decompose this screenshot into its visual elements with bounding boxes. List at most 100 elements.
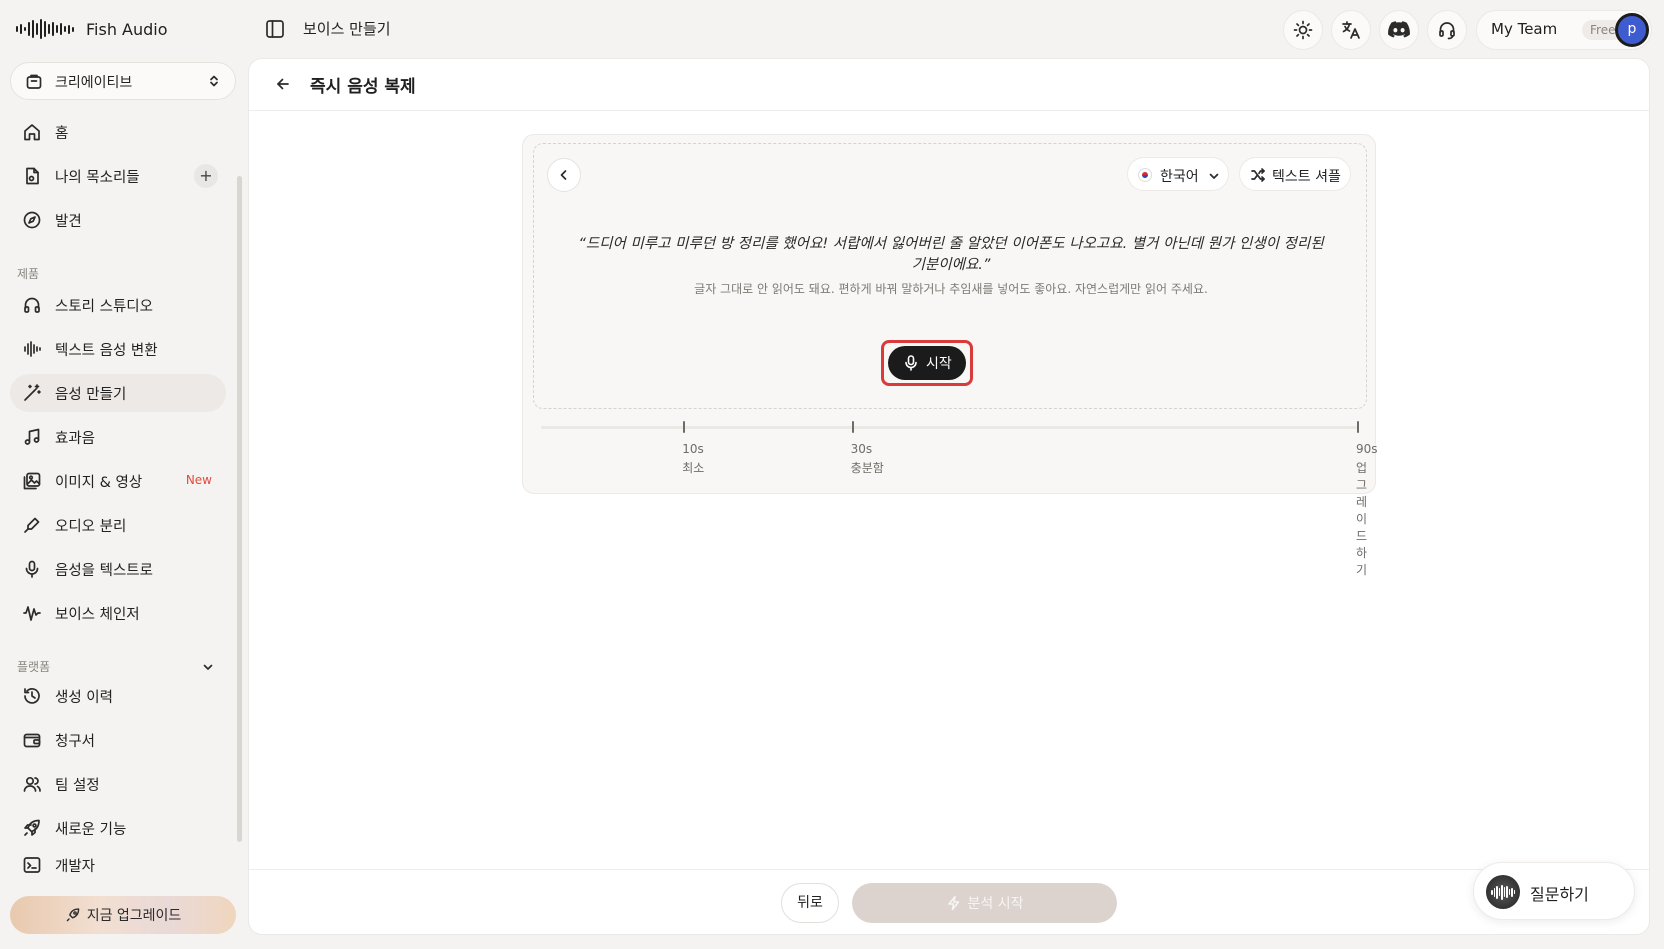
wallet-icon — [22, 730, 42, 750]
workspace-label: 크리에이티브 — [55, 75, 133, 91]
sidebar-item-story-studio[interactable]: 스토리 스튜디오 — [10, 286, 226, 324]
mic-icon — [904, 355, 918, 371]
sidebar-item-label: 개발자 — [55, 859, 96, 875]
fish-audio-logo-icon — [16, 18, 74, 40]
prompt-text: “드디어 미루고 미루던 방 정리를 했어요! 서랍에서 잃어버린 줄 알았던 … — [578, 236, 1324, 273]
language-select[interactable]: 한국어 — [1127, 157, 1229, 191]
top-bar: Fish Audio 보이스 만들기 My Team Free p — [0, 0, 1664, 58]
workspace-icon — [25, 72, 43, 90]
start-analysis-button[interactable]: 분석 시작 — [852, 883, 1117, 923]
footer-bar: 뒤로 분석 시작 — [249, 869, 1649, 934]
workspace-select[interactable]: 크리에이티브 — [10, 62, 236, 100]
sidebar-item-discover[interactable]: 발견 — [10, 201, 226, 239]
prompt-box: 한국어 텍스트 셔플 “드디어 미루고 미루던 방 정리를 했어요! 서랍에서 … — [533, 143, 1367, 409]
team-name: My Team — [1491, 20, 1558, 38]
history-icon — [22, 686, 42, 706]
sidebar-item-whats-new[interactable]: 새로운 기능 — [10, 809, 226, 847]
users-icon — [22, 774, 42, 794]
team-menu[interactable]: My Team Free p — [1476, 10, 1652, 50]
milestone-time: 10s — [682, 442, 704, 456]
milestone-tick — [851, 421, 854, 433]
sidebar-item-label: 텍스트 음성 변환 — [55, 343, 158, 359]
sidebar-item-label: 오디오 분리 — [55, 519, 127, 535]
shuffle-text-button[interactable]: 텍스트 셔플 — [1239, 157, 1351, 191]
milestone-tick — [1357, 421, 1359, 433]
chevron-up-down-icon — [207, 74, 221, 88]
lightning-icon — [946, 895, 962, 911]
sidebar-scrollbar[interactable] — [237, 176, 242, 842]
app-logo[interactable]: Fish Audio — [16, 18, 168, 40]
chevron-left-icon — [557, 168, 571, 182]
discord-button[interactable] — [1379, 10, 1419, 50]
milestone-tick — [683, 421, 686, 433]
milestone-time: 90s — [1356, 442, 1378, 456]
ask-label: 질문하기 — [1530, 885, 1589, 904]
sidebar-item-label: 청구서 — [55, 734, 96, 750]
compass-icon — [22, 210, 42, 230]
sidebar-item-speech-to-text[interactable]: 음성을 텍스트로 — [10, 550, 226, 588]
sidebar-item-team-settings[interactable]: 팀 설정 — [10, 765, 226, 803]
language-button[interactable] — [1331, 10, 1371, 50]
previous-prompt-button[interactable] — [547, 158, 581, 192]
theme-toggle-button[interactable] — [1283, 10, 1323, 50]
file-icon — [22, 166, 42, 186]
start-button-highlight: 시작 — [881, 340, 973, 386]
magic-wand-icon — [22, 383, 42, 403]
breadcrumb: 보이스 만들기 — [303, 20, 391, 38]
milestone-label: 충분함 — [850, 461, 884, 475]
sidebar-toggle-icon[interactable] — [264, 18, 286, 40]
discord-icon — [1388, 21, 1410, 39]
sidebar-item-tts[interactable]: 텍스트 음성 변환 — [10, 330, 226, 368]
sidebar-item-image-video[interactable]: 이미지 & 영상 New — [10, 462, 226, 500]
split-icon — [22, 515, 42, 535]
sidebar-item-label: 음성 만들기 — [55, 387, 127, 403]
headphones-icon — [22, 295, 42, 315]
milestone-time: 30s — [850, 442, 873, 456]
sidebar-item-billing[interactable]: 청구서 — [10, 721, 226, 759]
rocket-icon — [22, 818, 42, 838]
section-label-platform: 플랫폼 — [17, 660, 51, 674]
sidebar-item-label: 새로운 기능 — [55, 822, 127, 838]
terminal-icon — [22, 855, 42, 875]
mic-icon — [22, 559, 42, 579]
sidebar-item-label: 효과음 — [55, 431, 96, 447]
chevron-down-icon[interactable] — [202, 661, 214, 673]
main-panel: 즉시 음성 복제 한국어 텍스트 셔플 “드디어 미루고 미루던 방 정리를 했… — [248, 58, 1650, 935]
prompt-hint: 글자 그대로 안 읽어도 돼요. 편하게 바꿔 말하거나 추임새를 넣어도 좋아… — [694, 282, 1208, 296]
sidebar-item-voice-changer[interactable]: 보이스 체인저 — [10, 594, 226, 632]
app-name: Fish Audio — [86, 19, 168, 39]
korea-flag-icon — [1138, 168, 1152, 182]
ask-question-button[interactable]: 질문하기 — [1473, 862, 1635, 920]
sidebar-item-developer[interactable]: 개발자 — [10, 846, 226, 884]
sidebar-item-label: 보이스 체인저 — [55, 607, 140, 623]
headset-icon — [1437, 20, 1457, 40]
add-voice-button[interactable]: + — [194, 164, 218, 188]
upgrade-button[interactable]: 지금 업그레이드 — [10, 896, 236, 934]
new-badge: New — [185, 473, 212, 487]
language-label: 한국어 — [1160, 169, 1199, 185]
waveform-icon — [22, 339, 42, 359]
assistant-avatar-icon — [1486, 875, 1520, 909]
sidebar-item-voice-design[interactable]: 음성 만들기 — [10, 374, 226, 412]
sidebar-item-label: 생성 이력 — [55, 690, 113, 706]
sidebar-item-my-voices[interactable]: 나의 목소리들 + — [10, 157, 226, 195]
back-arrow-icon[interactable] — [274, 75, 292, 93]
back-button[interactable]: 뒤로 — [781, 883, 839, 923]
sidebar-item-sound-effects[interactable]: 효과음 — [10, 418, 226, 456]
shuffle-icon — [1250, 167, 1266, 183]
sidebar-item-home[interactable]: 홈 — [10, 113, 226, 151]
translate-icon — [1341, 20, 1361, 40]
start-label: 시작 — [926, 356, 952, 372]
sidebar-item-history[interactable]: 생성 이력 — [10, 677, 226, 715]
start-recording-button[interactable]: 시작 — [888, 346, 966, 380]
support-button[interactable] — [1427, 10, 1467, 50]
rocket-icon — [65, 907, 81, 923]
music-icon — [22, 427, 42, 447]
analyze-label: 분석 시작 — [967, 896, 1024, 912]
sidebar-item-label: 팀 설정 — [55, 778, 100, 794]
sidebar-item-label: 이미지 & 영상 — [55, 475, 143, 491]
page-header: 즉시 음성 복제 — [249, 59, 1649, 111]
sidebar-item-audio-separation[interactable]: 오디오 분리 — [10, 506, 226, 544]
chevron-down-icon — [1208, 170, 1220, 182]
avatar[interactable]: p — [1615, 13, 1649, 47]
